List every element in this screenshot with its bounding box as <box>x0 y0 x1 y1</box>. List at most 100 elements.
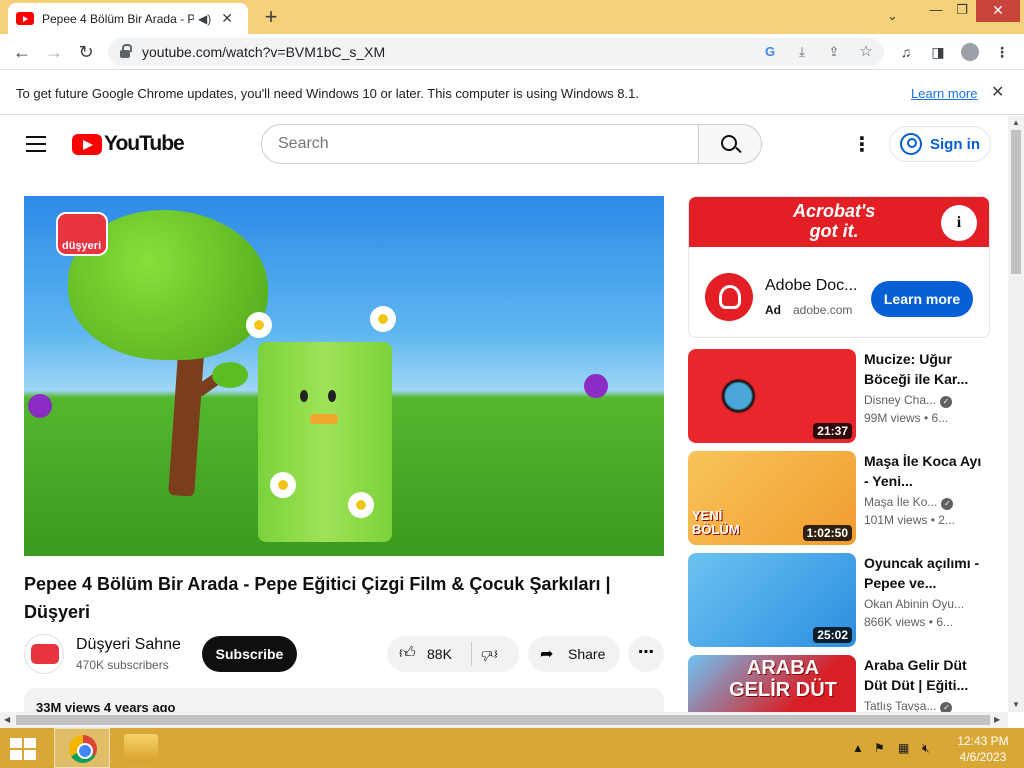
back-icon[interactable]: ← <box>10 40 34 64</box>
video-thumbnail[interactable]: ARABA GELİR DÜT <box>688 655 856 712</box>
lock-icon[interactable] <box>120 44 132 58</box>
browser-tab-bar: Pepee 4 Bölüm Bir Arada - Pe ◀) ✕ + ⌄ — … <box>0 0 1024 34</box>
channel-name[interactable]: Maşa İle Ko... ✓ <box>864 495 982 510</box>
list-item[interactable]: YENİ BÖLÜM 1:02:50 Maşa İle Koca Ayı - Y… <box>688 451 988 545</box>
horizontal-scroll-thumb[interactable] <box>16 715 990 725</box>
chrome-icon <box>69 735 97 763</box>
network-icon[interactable]: ▦ <box>898 741 909 755</box>
restore-button[interactable]: ❐ <box>944 0 980 22</box>
video-title[interactable]: Maşa İle Koca Ayı - Yeni... <box>864 451 982 491</box>
video-duration: 25:02 <box>813 627 852 643</box>
ad-title[interactable]: Adobe Doc... <box>765 277 858 295</box>
browser-toolbar: ← → ↻ youtube.com/watch?v=BVM1bC_s_XM G … <box>0 34 1024 70</box>
windows-taskbar: ▲ ⚑ ▦ 🔇︎ 12:43 PM 4/6/2023 <box>0 728 1024 768</box>
thumbs-up-icon: 👍︎ <box>399 645 416 662</box>
media-control-icon[interactable]: ♫ <box>896 42 916 62</box>
bookmark-star-icon[interactable]: ☆ <box>856 42 876 62</box>
scene-purple-bush <box>28 394 52 418</box>
sign-in-button[interactable]: Sign in <box>889 126 991 162</box>
channel-avatar[interactable] <box>24 634 64 674</box>
share-page-icon[interactable]: ⇪ <box>824 42 844 62</box>
chrome-menu-icon[interactable]: ⋮ <box>992 42 1012 62</box>
vertical-scroll-thumb[interactable] <box>1011 130 1021 274</box>
share-label: Share <box>568 646 606 662</box>
scene-flower <box>270 472 296 498</box>
ad-domain: adobe.com <box>793 303 853 317</box>
video-meta: 866K views • 6... <box>864 615 953 629</box>
channel-name[interactable]: Düşyeri Sahne <box>76 636 181 654</box>
settings-more-icon[interactable]: ⋮ <box>852 132 872 157</box>
tab-search-icon[interactable]: ⌄ <box>887 8 898 24</box>
install-app-icon[interactable]: ⤓ <box>792 42 812 62</box>
clock-time[interactable]: 12:43 PM <box>956 734 1010 748</box>
google-translate-icon[interactable]: G <box>760 42 780 62</box>
close-window-button[interactable]: ✕ <box>976 0 1020 22</box>
horizontal-scrollbar[interactable]: ◀ ▶ <box>0 712 1008 728</box>
video-player[interactable]: düşyeri <box>24 196 664 556</box>
side-panel-icon[interactable]: ◨ <box>928 42 948 62</box>
new-tab-button[interactable]: + <box>258 4 284 30</box>
channel-name[interactable]: Disney Cha... ✓ <box>864 393 982 408</box>
action-center-flag-icon[interactable]: ⚑ <box>874 741 885 755</box>
windows-start-icon[interactable] <box>10 738 38 760</box>
ad-info-icon[interactable]: i <box>941 205 977 241</box>
share-button[interactable]: ➦ Share <box>528 636 620 672</box>
channel-name[interactable]: Tatlış Tavşa... ✓ <box>864 699 982 712</box>
url-text[interactable]: youtube.com/watch?v=BVM1bC_s_XM <box>142 44 385 60</box>
video-thumbnail[interactable]: 25:02 <box>688 553 856 647</box>
address-bar[interactable]: youtube.com/watch?v=BVM1bC_s_XM G ⤓ ⇪ ☆ <box>108 38 884 66</box>
ad-learn-more-button[interactable]: Learn more <box>871 281 973 317</box>
search-button[interactable] <box>698 124 762 164</box>
video-title[interactable]: Araba Gelir Düt Düt Düt | Eğiti... <box>864 655 982 695</box>
vertical-scrollbar[interactable]: ▲ ▼ <box>1008 116 1024 712</box>
video-duration: 21:37 <box>813 423 852 439</box>
learn-more-link[interactable]: Learn more <box>911 86 977 101</box>
thumbs-down-icon[interactable]: 👍︎ <box>481 644 498 663</box>
profile-icon[interactable] <box>960 42 980 62</box>
more-actions-button[interactable]: ⋯ <box>628 636 664 672</box>
list-item[interactable]: ARABA GELİR DÜT Araba Gelir Düt Düt Düt … <box>688 655 988 712</box>
volume-muted-icon[interactable]: 🔇︎ <box>922 741 930 756</box>
description-box[interactable]: 33M views 4 years ago <box>24 688 664 712</box>
video-title[interactable]: Oyuncak açılımı - Pepee ve... <box>864 553 982 593</box>
channel-name[interactable]: Okan Abinin Oyu... <box>864 597 982 611</box>
forward-icon[interactable]: → <box>42 40 66 64</box>
list-item[interactable]: 25:02 Oyuncak açılımı - Pepee ve... Okan… <box>688 553 988 647</box>
youtube-logo-icon[interactable] <box>72 134 102 155</box>
file-explorer-icon[interactable] <box>124 734 158 762</box>
video-thumbnail[interactable]: YENİ BÖLÜM 1:02:50 <box>688 451 856 545</box>
scroll-up-icon[interactable]: ▲ <box>1012 118 1020 127</box>
sidebar-ad[interactable]: Acrobat's got it. i Adobe Doc... Ad adob… <box>688 196 990 338</box>
sign-in-label: Sign in <box>930 135 980 153</box>
audio-icon[interactable]: ◀) <box>198 12 211 26</box>
scene-flower <box>348 492 374 518</box>
scroll-left-icon[interactable]: ◀ <box>4 715 10 724</box>
like-button[interactable]: 👍︎ 88K <box>387 636 469 672</box>
youtube-favicon-icon <box>16 12 34 25</box>
show-hidden-icons-icon[interactable]: ▲ <box>852 741 864 755</box>
list-item[interactable]: 21:37 Mucize: Uğur Böceği ile Kar... Dis… <box>688 349 988 443</box>
reload-icon[interactable]: ↻ <box>74 40 98 64</box>
channel-watermark-text: düşyeri <box>62 240 102 252</box>
adobe-logo-icon[interactable] <box>705 273 753 321</box>
ad-banner[interactable]: Acrobat's got it. i <box>689 197 989 247</box>
infobar-close-icon[interactable]: ✕ <box>991 82 1004 102</box>
channel-name-text: Disney Cha... <box>864 393 937 407</box>
youtube-wordmark[interactable]: YouTube <box>104 132 185 156</box>
video-title[interactable]: Mucize: Uğur Böceği ile Kar... <box>864 349 982 389</box>
guide-menu-icon[interactable] <box>26 136 46 152</box>
video-thumbnail[interactable]: 21:37 <box>688 349 856 443</box>
subscribe-button[interactable]: Subscribe <box>202 636 297 672</box>
video-meta: 101M views • 2... <box>864 513 955 527</box>
scroll-right-icon[interactable]: ▶ <box>994 715 1000 724</box>
clock-date[interactable]: 4/6/2023 <box>956 750 1010 764</box>
infobar-message: To get future Google Chrome updates, you… <box>16 86 639 101</box>
verified-icon: ✓ <box>940 396 953 408</box>
scroll-down-icon[interactable]: ▼ <box>1012 700 1020 709</box>
ad-label: Ad <box>765 303 781 317</box>
tab-close-icon[interactable]: ✕ <box>221 10 233 27</box>
search-input[interactable] <box>262 125 662 163</box>
like-count: 88K <box>427 646 452 662</box>
taskbar-chrome-button[interactable] <box>54 728 110 768</box>
browser-tab[interactable]: Pepee 4 Bölüm Bir Arada - Pe ◀) ✕ <box>8 3 248 34</box>
